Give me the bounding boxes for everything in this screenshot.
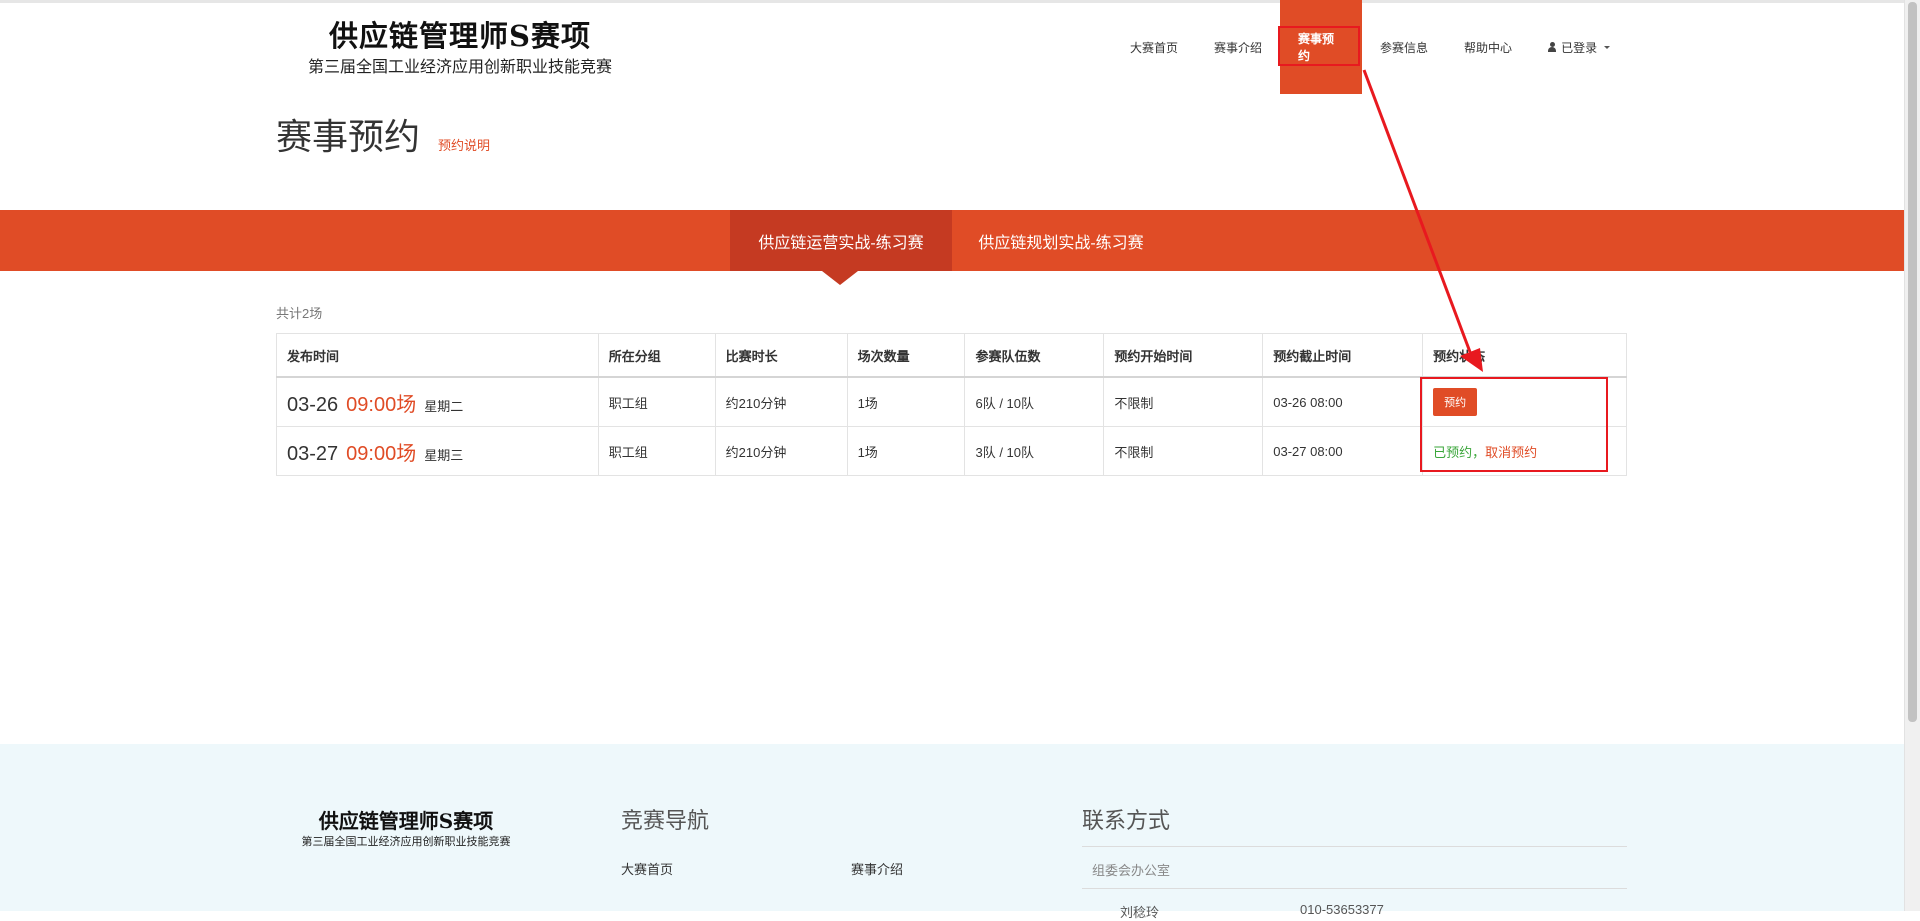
match-date: 03-26 [287, 393, 339, 416]
cell-sessions: 1场 [846, 426, 966, 476]
booking-instructions-link[interactable]: 预约说明 [438, 135, 490, 154]
logo-subtitle: 第三届全国工业经济应用创新职业技能竞赛 [307, 59, 612, 76]
annotation-highlight-nav [1278, 26, 1361, 66]
cell-publish-time: 03-27 09:00场 星期三 [276, 426, 599, 476]
vertical-scrollbar[interactable] [1904, 0, 1920, 911]
footer-divider [1082, 846, 1627, 847]
nav-help[interactable]: 帮助中心 [1446, 0, 1530, 94]
footer-contact-office: 组委会办公室 [1092, 863, 1171, 878]
match-time: 09:00场 [346, 442, 417, 465]
annotation-highlight-status [1420, 377, 1608, 472]
footer-contact-phone: 010-53653377 [1300, 902, 1384, 917]
match-date: 03-27 [287, 442, 339, 465]
cell-teams: 3队 / 10队 [964, 426, 1105, 476]
cell-group: 职工组 [597, 376, 716, 427]
tab-band: 供应链运营实战-练习赛 供应链规划实战-练习赛 [0, 210, 1904, 271]
col-publish-time: 发布时间 [276, 333, 599, 378]
cell-group: 职工组 [597, 426, 716, 476]
user-label: 已登录 [1561, 40, 1598, 55]
match-weekday: 星期二 [424, 398, 464, 414]
user-menu[interactable]: 已登录 [1530, 0, 1628, 94]
page-title: 赛事预约 [276, 116, 421, 157]
nav-intro[interactable]: 赛事介绍 [1196, 0, 1280, 94]
cell-duration: 约210分钟 [714, 376, 848, 427]
table-header-row: 发布时间 所在分组 比赛时长 场次数量 参赛队伍数 预约开始时间 预约截止时间 … [276, 333, 1627, 378]
footer-divider [1082, 888, 1627, 889]
cell-publish-time: 03-26 09:00场 星期二 [276, 376, 599, 427]
nav-participation[interactable]: 参赛信息 [1362, 0, 1446, 94]
col-group: 所在分组 [597, 333, 716, 378]
user-icon [1548, 42, 1557, 52]
cell-duration: 约210分钟 [714, 426, 848, 476]
footer-logo-subtitle: 第三届全国工业经济应用创新职业技能竞赛 [301, 836, 511, 848]
tab-operations-practice[interactable]: 供应链运营实战-练习赛 [730, 210, 952, 271]
chevron-down-icon [1604, 45, 1611, 49]
match-weekday: 星期三 [424, 447, 464, 463]
main-nav: 大赛首页 赛事介绍 赛事预约 参赛信息 帮助中心 已登录 [1112, 0, 1628, 94]
col-booking-start: 预约开始时间 [1103, 333, 1264, 378]
match-time: 09:00场 [346, 393, 417, 416]
col-duration: 比赛时长 [714, 333, 848, 378]
active-tab-pointer [822, 271, 858, 285]
col-booking-deadline: 预约截止时间 [1262, 333, 1424, 378]
cell-booking-deadline: 03-27 08:00 [1262, 426, 1424, 476]
footer-contact-name: 刘稔玲 [1120, 905, 1160, 920]
logo-title: 供应链管理师S赛项 [329, 19, 591, 53]
result-count: 共计2场 [276, 306, 323, 321]
cell-teams: 6队 / 10队 [964, 376, 1105, 427]
cell-booking-start: 不限制 [1103, 426, 1264, 476]
nav-home[interactable]: 大赛首页 [1112, 0, 1196, 94]
nav-booking[interactable]: 赛事预约 [1278, 0, 1363, 94]
scrollbar-thumb[interactable] [1908, 2, 1917, 722]
cell-booking-start: 不限制 [1103, 376, 1264, 427]
footer-contact-heading: 联系方式 [1082, 808, 1171, 833]
col-teams: 参赛队伍数 [964, 333, 1105, 378]
footer-nav-heading: 竞赛导航 [621, 808, 710, 833]
site-logo[interactable]: 供应链管理师S赛项 第三届全国工业经济应用创新职业技能竞赛 [285, 18, 635, 80]
col-sessions: 场次数量 [846, 333, 966, 378]
footer-logo[interactable]: 供应链管理师S赛项 第三届全国工业经济应用创新职业技能竞赛 [276, 808, 536, 850]
footer-logo-title: 供应链管理师S赛项 [318, 809, 494, 833]
col-booking-status: 预约状态 [1422, 333, 1627, 378]
cell-sessions: 1场 [846, 376, 966, 427]
footer-link-home[interactable]: 大赛首页 [621, 859, 673, 878]
cell-booking-deadline: 03-26 08:00 [1262, 376, 1424, 427]
tab-planning-practice[interactable]: 供应链规划实战-练习赛 [952, 210, 1170, 271]
footer-link-intro[interactable]: 赛事介绍 [851, 859, 903, 878]
